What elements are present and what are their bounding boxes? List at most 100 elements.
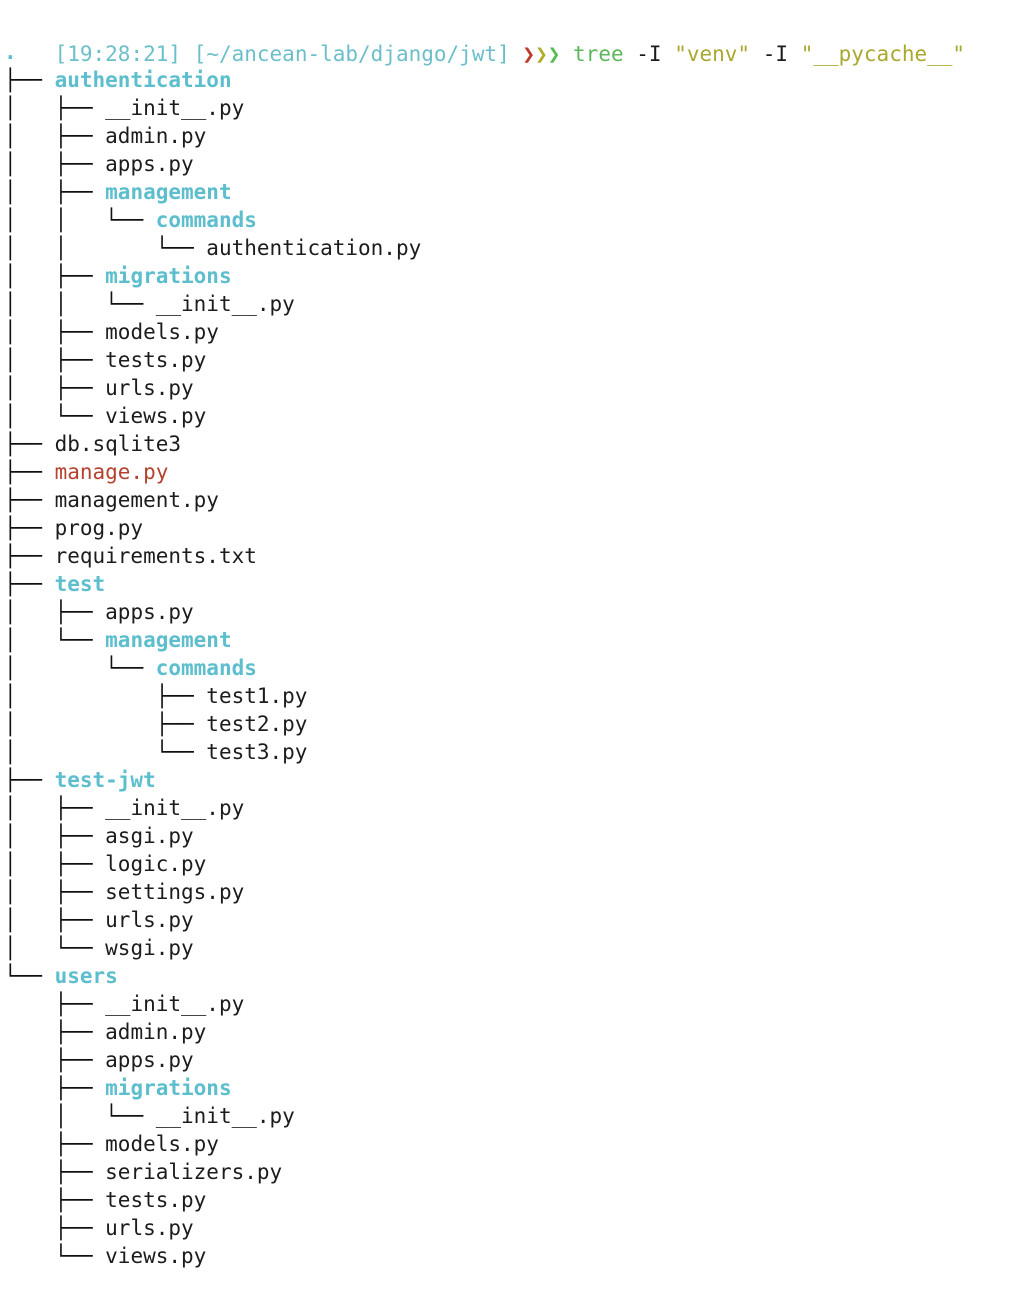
tree-branch-connector: ├── — [54, 96, 106, 120]
tree-branch-connector: ├── — [54, 264, 106, 288]
tree-line: ├── management.py — [0, 486, 1032, 514]
tree-file-name[interactable]: models.py — [105, 320, 219, 344]
tree-directory-name[interactable]: migrations — [105, 264, 231, 288]
prompt-line: [19:28:21] [~/ancean-lab/django/jwt] ❯❯❯… — [0, 0, 1032, 66]
tree-branch-connector: ├── — [54, 376, 106, 400]
tree-branch-connector: ├── — [4, 432, 55, 456]
tree-file-name[interactable]: test3.py — [206, 740, 307, 764]
tree-file-name[interactable]: authentication.py — [206, 236, 421, 260]
prompt-timestamp: [19:28:21] — [54, 42, 182, 66]
tree-branch-connector: └── — [54, 1244, 106, 1268]
tree-directory-name[interactable]: management — [105, 628, 231, 652]
tree-directory-name[interactable]: test — [55, 572, 106, 596]
tree-executable-name[interactable]: manage.py — [55, 460, 169, 484]
tree-file-name[interactable]: requirements.txt — [55, 544, 257, 568]
tree-file-name[interactable]: wsgi.py — [105, 936, 194, 960]
tree-file-name[interactable]: settings.py — [105, 880, 244, 904]
tree-line: ├── models.py — [0, 1130, 1032, 1158]
tree-file-name[interactable]: asgi.py — [105, 824, 194, 848]
tree-file-name[interactable]: test1.py — [206, 684, 307, 708]
tree-line: │ ├── migrations — [0, 262, 1032, 290]
tree-branch-connector: ├── — [4, 460, 55, 484]
tree-branch-connector: ├── — [54, 796, 106, 820]
cmd-space-1 — [624, 42, 637, 66]
tree-directory-name[interactable]: management — [105, 180, 231, 204]
tree-file-name[interactable]: models.py — [105, 1132, 219, 1156]
tree-branch-connector: └── — [105, 656, 156, 680]
tree-line: │ │ └── commands — [0, 206, 1032, 234]
tree-branch-connector: ├── — [54, 992, 106, 1016]
tree-indent: │ — [4, 1104, 106, 1128]
tree-file-name[interactable]: tests.py — [105, 348, 206, 372]
tree-file-name[interactable]: urls.py — [105, 376, 194, 400]
tree-file-name[interactable]: urls.py — [105, 1216, 194, 1240]
tree-directory-name[interactable]: users — [55, 964, 118, 988]
tree-file-name[interactable]: views.py — [105, 1244, 206, 1268]
tree-line: ├── apps.py — [0, 1046, 1032, 1074]
tree-file-name[interactable]: views.py — [105, 404, 206, 428]
tree-line: │ ├── apps.py — [0, 598, 1032, 626]
tree-line: ├── authentication — [0, 66, 1032, 94]
tree-branch-connector: └── — [105, 292, 156, 316]
tree-indent: │ — [4, 600, 55, 624]
tree-branch-connector: ├── — [54, 1020, 106, 1044]
tree-file-name[interactable]: db.sqlite3 — [55, 432, 181, 456]
tree-file-name[interactable]: __init__.py — [105, 992, 244, 1016]
tree-branch-connector: ├── — [155, 684, 207, 708]
tree-directory-name[interactable]: test-jwt — [55, 768, 156, 792]
tree-line: │ ├── models.py — [0, 318, 1032, 346]
command-string-2: "__pycache__" — [800, 42, 966, 66]
tree-indent: │ │ — [4, 236, 156, 260]
tree-directory-name[interactable]: commands — [156, 656, 257, 680]
tree-indent: │ — [4, 348, 55, 372]
command-name: tree — [573, 42, 624, 66]
tree-branch-connector: ├── — [54, 1160, 106, 1184]
tree-indent: │ — [4, 264, 55, 288]
tree-file-name[interactable]: apps.py — [105, 1048, 194, 1072]
tree-indent: │ — [4, 96, 55, 120]
prompt-path: [~/ancean-lab/django/jwt] — [193, 42, 510, 66]
tree-directory-name[interactable]: commands — [156, 208, 257, 232]
tree-directory-name[interactable]: authentication — [55, 68, 232, 92]
tree-file-name[interactable]: logic.py — [105, 852, 206, 876]
tree-branch-connector: ├── — [54, 1216, 106, 1240]
tree-file-name[interactable]: urls.py — [105, 908, 194, 932]
tree-directory-name[interactable]: . — [4, 40, 17, 64]
tree-line: │ ├── __init__.py — [0, 94, 1032, 122]
tree-branch-connector: ├── — [54, 320, 106, 344]
tree-line: │ ├── urls.py — [0, 374, 1032, 402]
tree-file-name[interactable]: __init__.py — [105, 96, 244, 120]
prompt-space-1 — [181, 42, 194, 66]
tree-indent: │ — [4, 124, 55, 148]
tree-indent: │ — [4, 376, 55, 400]
tree-file-name[interactable]: tests.py — [105, 1188, 206, 1212]
tree-line: │ │ └── authentication.py — [0, 234, 1032, 262]
tree-file-name[interactable]: admin.py — [105, 1020, 206, 1044]
tree-file-name[interactable]: __init__.py — [156, 292, 295, 316]
tree-branch-connector: ├── — [54, 824, 106, 848]
tree-file-name[interactable]: serializers.py — [105, 1160, 282, 1184]
terminal-window[interactable]: [19:28:21] [~/ancean-lab/django/jwt] ❯❯❯… — [0, 0, 1032, 1292]
tree-file-name[interactable]: management.py — [55, 488, 219, 512]
tree-branch-connector: ├── — [4, 516, 55, 540]
tree-line: ├── db.sqlite3 — [0, 430, 1032, 458]
tree-line: │ └── test3.py — [0, 738, 1032, 766]
tree-file-name[interactable]: prog.py — [55, 516, 144, 540]
tree-file-name[interactable]: admin.py — [105, 124, 206, 148]
tree-line: │ ├── logic.py — [0, 850, 1032, 878]
tree-indent: │ │ — [4, 292, 106, 316]
tree-file-name[interactable]: test2.py — [206, 712, 307, 736]
tree-line: ├── tests.py — [0, 1186, 1032, 1214]
tree-branch-connector: └── — [54, 936, 106, 960]
tree-indent: │ — [4, 712, 156, 736]
tree-file-name[interactable]: __init__.py — [105, 796, 244, 820]
tree-file-name[interactable]: apps.py — [105, 152, 194, 176]
tree-file-name[interactable]: __init__.py — [156, 1104, 295, 1128]
chevron-2-icon: ❯ — [535, 42, 548, 66]
tree-file-name[interactable]: apps.py — [105, 600, 194, 624]
tree-directory-name[interactable]: migrations — [105, 1076, 231, 1100]
tree-branch-connector: ├── — [54, 152, 106, 176]
